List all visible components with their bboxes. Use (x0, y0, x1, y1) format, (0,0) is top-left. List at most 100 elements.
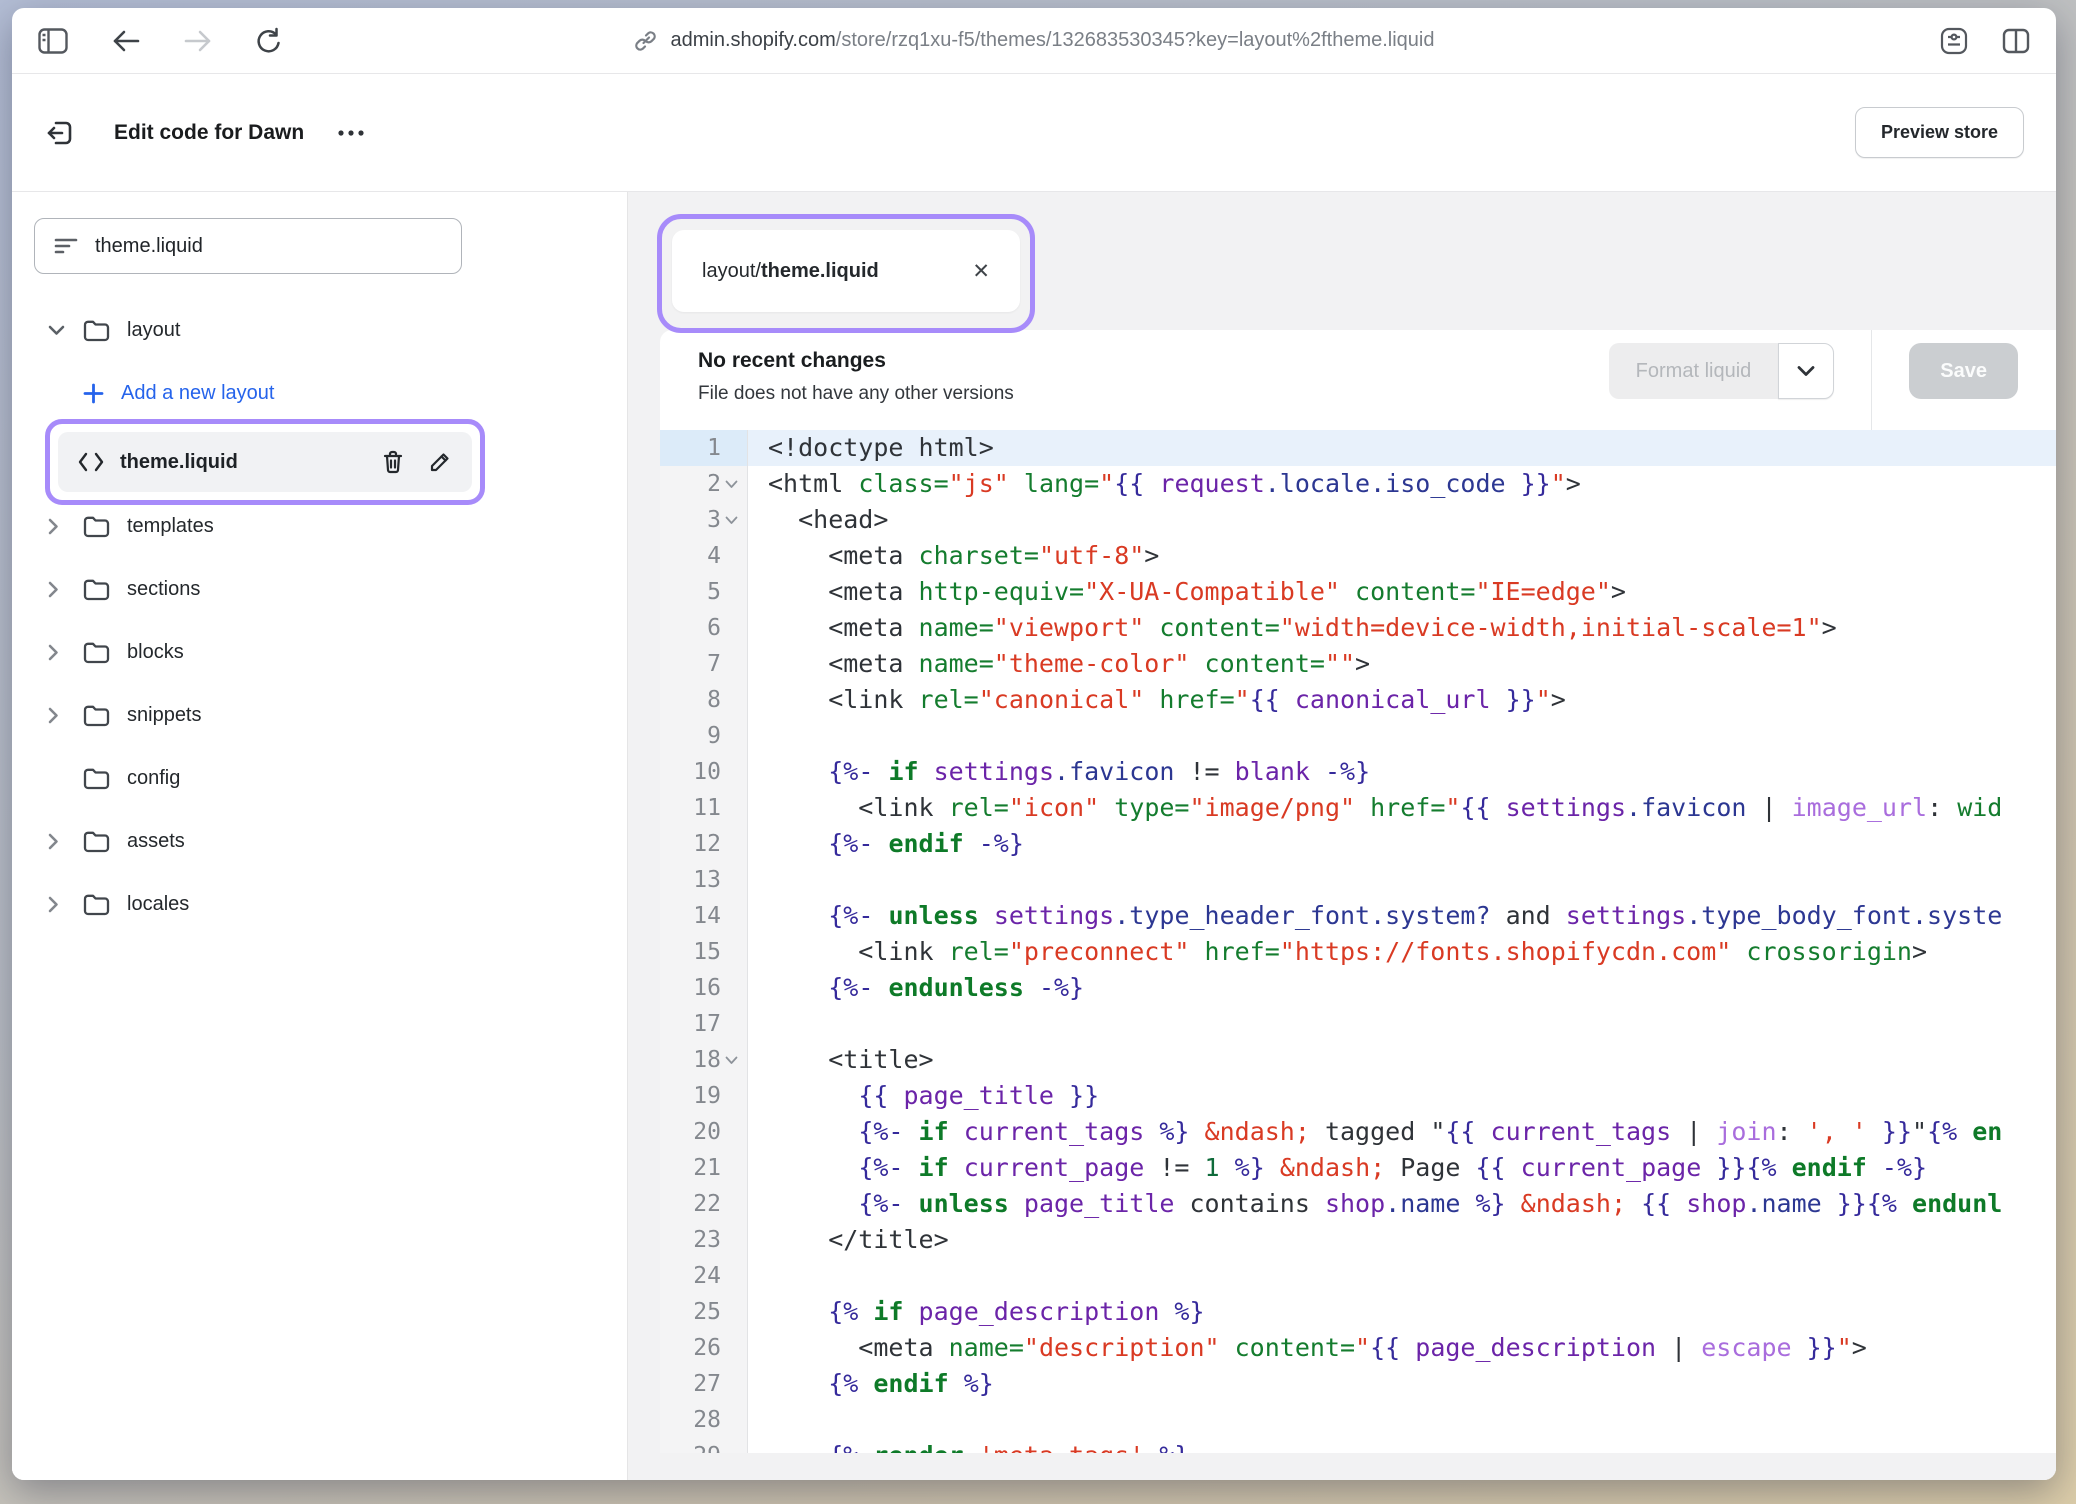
line-number-gutter[interactable]: 5 (660, 574, 748, 610)
line-number-gutter[interactable]: 13 (660, 862, 748, 898)
line-number-gutter[interactable]: 21 (660, 1150, 748, 1186)
code-line[interactable]: 14 {%- unless settings.type_header_font.… (660, 898, 2056, 934)
line-number-gutter[interactable]: 15 (660, 934, 748, 970)
sidebar-toggle-icon[interactable] (38, 28, 68, 54)
code-line[interactable]: 12 {%- endif -%} (660, 826, 2056, 862)
code-line-text[interactable]: <meta name="description" content="{{ pag… (748, 1330, 2056, 1366)
code-line-text[interactable]: {%- endunless -%} (748, 970, 2056, 1006)
code-line[interactable]: 28 (660, 1402, 2056, 1438)
sidebar-item-locales[interactable]: locales (12, 880, 627, 928)
code-editor[interactable]: 1<!doctype html>2<html class="js" lang="… (660, 430, 2056, 1453)
code-line[interactable]: 18 <title> (660, 1042, 2056, 1078)
code-line[interactable]: 23 </title> (660, 1222, 2056, 1258)
code-line[interactable]: 20 {%- if current_tags %} &ndash; tagged… (660, 1114, 2056, 1150)
preview-store-button[interactable]: Preview store (1855, 107, 2024, 158)
code-line-text[interactable]: <!doctype html> (748, 430, 2056, 466)
sidebar-item-theme-liquid[interactable]: theme.liquid (58, 432, 472, 492)
code-line-text[interactable]: <meta name="theme-color" content=""> (748, 646, 2056, 682)
code-line[interactable]: 8 <link rel="canonical" href="{{ canonic… (660, 682, 2056, 718)
line-number-gutter[interactable]: 18 (660, 1042, 748, 1078)
line-number-gutter[interactable]: 20 (660, 1114, 748, 1150)
line-number-gutter[interactable]: 24 (660, 1258, 748, 1294)
line-number-gutter[interactable]: 29 (660, 1438, 748, 1453)
code-line[interactable]: 29 {% render 'meta-tags' %} (660, 1438, 2056, 1453)
code-line[interactable]: 21 {%- if current_page != 1 %} &ndash; P… (660, 1150, 2056, 1186)
line-number-gutter[interactable]: 22 (660, 1186, 748, 1222)
code-line[interactable]: 11 <link rel="icon" type="image/png" hre… (660, 790, 2056, 826)
sidebar-item-config[interactable]: config (12, 754, 627, 802)
more-actions-icon[interactable] (336, 129, 366, 137)
code-line-text[interactable]: <link rel="icon" type="image/png" href="… (748, 790, 2056, 826)
line-number-gutter[interactable]: 23 (660, 1222, 748, 1258)
code-line-text[interactable]: <meta name="viewport" content="width=dev… (748, 610, 2056, 646)
code-line-text[interactable] (748, 1258, 2056, 1294)
code-line-text[interactable]: <head> (748, 502, 2056, 538)
code-line[interactable]: 6 <meta name="viewport" content="width=d… (660, 610, 2056, 646)
code-line-text[interactable]: {%- if current_tags %} &ndash; tagged "{… (748, 1114, 2056, 1150)
line-number-gutter[interactable]: 27 (660, 1366, 748, 1402)
code-line[interactable]: 2<html class="js" lang="{{ request.local… (660, 466, 2056, 502)
sidebar-item-blocks[interactable]: blocks (12, 628, 627, 676)
code-line-text[interactable] (748, 1006, 2056, 1042)
code-line-text[interactable]: <link rel="preconnect" href="https://fon… (748, 934, 2056, 970)
code-line-text[interactable]: {% endif %} (748, 1366, 2056, 1402)
forward-icon[interactable] (184, 29, 212, 53)
url-bar[interactable]: admin.shopify.com/store/rzq1xu-f5/themes… (634, 29, 1435, 53)
code-line-text[interactable]: {%- unless page_title contains shop.name… (748, 1186, 2056, 1222)
line-number-gutter[interactable]: 6 (660, 610, 748, 646)
code-line[interactable]: 13 (660, 862, 2056, 898)
code-line[interactable]: 24 (660, 1258, 2056, 1294)
code-line[interactable]: 22 {%- unless page_title contains shop.n… (660, 1186, 2056, 1222)
line-number-gutter[interactable]: 12 (660, 826, 748, 862)
line-number-gutter[interactable]: 8 (660, 682, 748, 718)
tab-layout-theme-liquid[interactable]: layout/theme.liquid ✕ (672, 230, 1020, 312)
reload-icon[interactable] (256, 27, 282, 55)
line-number-gutter[interactable]: 28 (660, 1402, 748, 1438)
line-number-gutter[interactable]: 14 (660, 898, 748, 934)
sidebar-item-layout[interactable]: layout (12, 306, 627, 354)
code-line[interactable]: 16 {%- endunless -%} (660, 970, 2056, 1006)
browser-settings-icon[interactable] (1940, 27, 1968, 55)
code-line-text[interactable]: {% render 'meta-tags' %} (748, 1438, 2056, 1453)
code-line-text[interactable]: <link rel="canonical" href="{{ canonical… (748, 682, 2056, 718)
code-line[interactable]: 9 (660, 718, 2056, 754)
sidebar-item-snippets[interactable]: snippets (12, 691, 627, 739)
code-line[interactable]: 15 <link rel="preconnect" href="https://… (660, 934, 2056, 970)
format-liquid-button[interactable]: Format liquid (1609, 343, 1779, 399)
code-line-text[interactable]: </title> (748, 1222, 2056, 1258)
line-number-gutter[interactable]: 16 (660, 970, 748, 1006)
line-number-gutter[interactable]: 2 (660, 466, 748, 502)
line-number-gutter[interactable]: 3 (660, 502, 748, 538)
sidebar-item-templates[interactable]: templates (12, 502, 627, 550)
code-line[interactable]: 17 (660, 1006, 2056, 1042)
rename-file-button[interactable] (428, 450, 452, 474)
code-line-text[interactable]: {%- if current_page != 1 %} &ndash; Page… (748, 1150, 2056, 1186)
add-new-layout-button[interactable]: Add a new layout (12, 369, 627, 417)
code-line-text[interactable]: {%- endif -%} (748, 826, 2056, 862)
code-line[interactable]: 4 <meta charset="utf-8"> (660, 538, 2056, 574)
code-line[interactable]: 7 <meta name="theme-color" content=""> (660, 646, 2056, 682)
line-number-gutter[interactable]: 19 (660, 1078, 748, 1114)
code-line[interactable]: 25 {% if page_description %} (660, 1294, 2056, 1330)
delete-file-button[interactable] (382, 450, 404, 474)
code-line-text[interactable]: <html class="js" lang="{{ request.locale… (748, 466, 2056, 502)
close-icon[interactable]: ✕ (972, 261, 990, 282)
split-view-icon[interactable] (2002, 28, 2030, 54)
code-line-text[interactable]: {%- if settings.favicon != blank -%} (748, 754, 2056, 790)
line-number-gutter[interactable]: 1 (660, 430, 748, 466)
code-line[interactable]: 19 {{ page_title }} (660, 1078, 2056, 1114)
line-number-gutter[interactable]: 7 (660, 646, 748, 682)
line-number-gutter[interactable]: 25 (660, 1294, 748, 1330)
exit-editor-icon[interactable] (44, 117, 76, 149)
line-number-gutter[interactable]: 17 (660, 1006, 748, 1042)
code-line-text[interactable]: <meta http-equiv="X-UA-Compatible" conte… (748, 574, 2056, 610)
sidebar-item-sections[interactable]: sections (12, 565, 627, 613)
code-line[interactable]: 26 <meta name="description" content="{{ … (660, 1330, 2056, 1366)
code-line-text[interactable]: {% if page_description %} (748, 1294, 2056, 1330)
save-button[interactable]: Save (1909, 343, 2018, 399)
line-number-gutter[interactable]: 26 (660, 1330, 748, 1366)
code-line[interactable]: 10 {%- if settings.favicon != blank -%} (660, 754, 2056, 790)
sidebar-item-assets[interactable]: assets (12, 817, 627, 865)
code-line-text[interactable] (748, 718, 2056, 754)
search-input[interactable]: theme.liquid (34, 218, 462, 274)
